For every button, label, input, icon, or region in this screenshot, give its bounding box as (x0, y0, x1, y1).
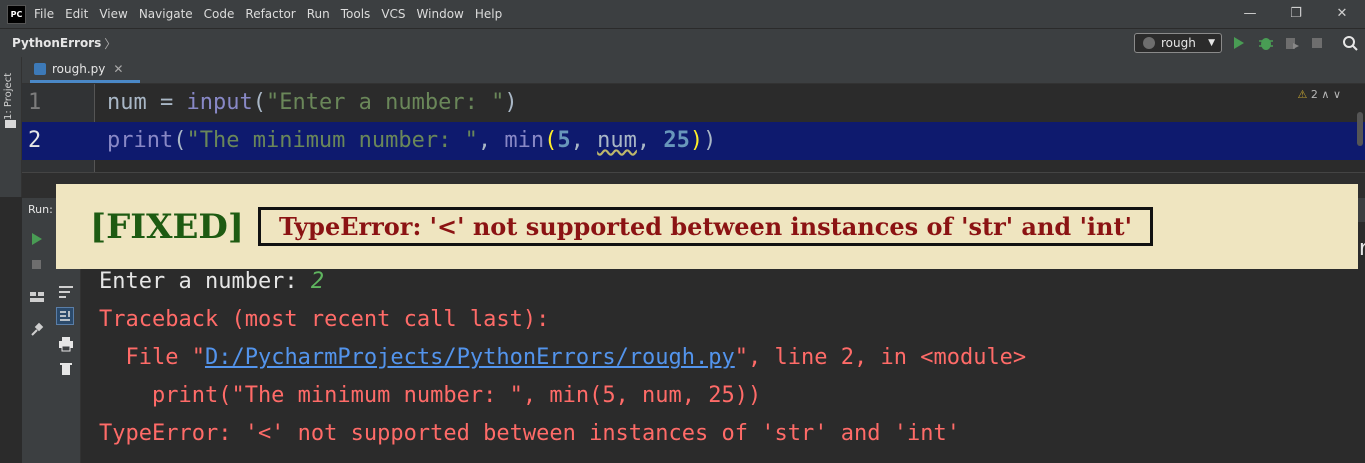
run-config-label: rough (1161, 36, 1196, 50)
menu-code[interactable]: Code (204, 7, 235, 21)
soft-wrap-icon[interactable] (58, 284, 74, 300)
token-string: "Enter a number: " (265, 90, 505, 115)
code-text-1: num = input("Enter a number: ") (107, 90, 518, 115)
close-icon[interactable]: ✕ (1319, 0, 1365, 28)
token-builtin: print (107, 128, 174, 153)
stop-icon[interactable] (30, 258, 44, 272)
banner-error-message: TypeError: '<' not supported between ins… (258, 207, 1153, 246)
pin-icon[interactable] (29, 322, 45, 338)
coverage-icon[interactable] (1284, 33, 1300, 53)
token-builtin: input (186, 90, 253, 115)
minimize-icon[interactable]: — (1227, 0, 1273, 28)
console-clipped-text: r (1357, 236, 1365, 261)
folder-icon (5, 120, 16, 128)
inspection-widget[interactable]: ⚠ 2 ∧ ∨ (1298, 88, 1342, 101)
maximize-icon[interactable]: ❐ (1273, 0, 1319, 28)
console-input-value: 2 (310, 269, 325, 294)
bug-icon[interactable] (1258, 33, 1274, 53)
traceback-header: Traceback (most recent call last): (99, 307, 550, 332)
code-editor[interactable]: 1 num = input("Enter a number: ") 2 prin… (22, 84, 1365, 172)
menu-edit[interactable]: Edit (65, 7, 88, 21)
navigation-bar: PythonErrors 〉 rough ▼ (0, 28, 1365, 58)
play-icon[interactable] (1232, 33, 1246, 53)
menu-vcs[interactable]: VCS (381, 7, 405, 21)
tab-rough-py[interactable]: rough.py ✕ (30, 57, 140, 83)
tab-label: rough.py (52, 61, 106, 76)
menu-navigate[interactable]: Navigate (139, 7, 193, 21)
menu-run[interactable]: Run (307, 7, 330, 21)
code-line-2[interactable]: 2 print("The minimum number: ", min(5, n… (22, 122, 1365, 160)
chevron-up-icon: ∧ (1321, 88, 1330, 101)
editor-scrollbar[interactable] (1357, 112, 1363, 146)
stop-icon[interactable] (1310, 33, 1324, 53)
traceback-file-prefix: File " (99, 345, 205, 370)
console-prompt: Enter a number: (99, 269, 311, 294)
window-controls: — ❐ ✕ (1227, 0, 1365, 28)
chevron-down-icon: ▼ (1208, 38, 1215, 48)
project-tool-tab[interactable]: 1: Project (3, 66, 18, 126)
python-file-icon (34, 62, 46, 75)
pycharm-logo-icon: PC (7, 4, 26, 24)
token-var: num = (107, 90, 187, 115)
print-icon[interactable] (58, 336, 74, 352)
traceback-code-line: print("The minimum number: ", min(5, num… (99, 383, 762, 408)
rerun-icon[interactable] (30, 232, 44, 246)
traceback-file-line: File "D:/PycharmProjects/PythonErrors/ro… (99, 343, 1026, 373)
scroll-to-end-icon[interactable] (56, 307, 74, 325)
traceback-error-line: TypeError: '<' not supported between ins… (99, 421, 960, 446)
token-warning: num (597, 128, 637, 153)
traceback-file-link[interactable]: D:/PycharmProjects/PythonErrors/rough.py (205, 345, 735, 370)
trash-icon[interactable] (58, 360, 74, 376)
run-panel-label: Run: (28, 203, 53, 216)
menu-help[interactable]: Help (475, 7, 502, 21)
code-line-1[interactable]: 1 num = input("Enter a number: ") (22, 84, 1365, 122)
banner-fixed-tag: [FIXED] (90, 206, 244, 247)
menu-bar: PC File Edit View Navigate Code Refactor… (0, 0, 1365, 28)
python-icon (1143, 37, 1155, 49)
menu-refactor[interactable]: Refactor (245, 7, 295, 21)
token-string: "The minimum number: " (186, 128, 478, 153)
token-number: 5 (557, 128, 571, 153)
warning-count: 2 (1310, 88, 1318, 101)
breadcrumb-project[interactable]: PythonErrors (12, 36, 101, 50)
console-prompt-line: Enter a number: 2 (99, 267, 324, 297)
code-text-2: print("The minimum number: ", min(5, num… (107, 128, 717, 153)
menu-window[interactable]: Window (417, 7, 464, 21)
search-icon[interactable] (1342, 33, 1358, 53)
token-number: 25 (663, 128, 690, 153)
traceback-file-suffix: ", line 2, in <module> (734, 345, 1027, 370)
line-number: 2 (28, 128, 42, 153)
menu-file[interactable]: File (34, 7, 54, 21)
close-tab-icon[interactable]: ✕ (113, 62, 123, 76)
token-builtin: min (504, 128, 545, 153)
menu-tools[interactable]: Tools (341, 7, 371, 21)
layout-icon[interactable] (29, 290, 45, 304)
run-config-dropdown[interactable]: rough ▼ (1134, 33, 1222, 53)
chevron-down-icon: ∨ (1332, 88, 1341, 101)
line-number: 1 (28, 90, 42, 115)
editor-tab-bar: rough.py ✕ (22, 57, 1365, 84)
fixed-error-banner: [FIXED] TypeError: '<' not supported bet… (56, 184, 1358, 269)
chevron-right-icon: 〉 (104, 36, 117, 51)
menu-view[interactable]: View (99, 7, 127, 21)
warning-icon: ⚠ (1297, 88, 1308, 101)
run-toolbar (22, 222, 53, 463)
